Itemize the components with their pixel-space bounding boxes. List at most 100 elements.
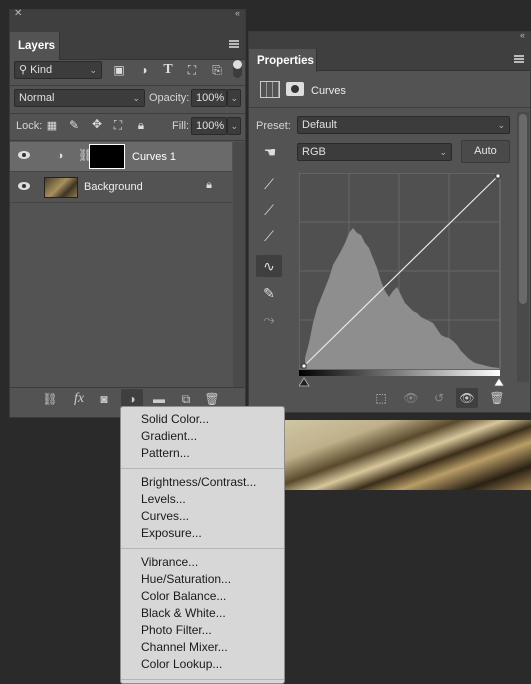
panel-menu-icon[interactable]: [514, 55, 524, 63]
menu-item-exposure[interactable]: Exposure...: [141, 525, 202, 542]
collapse-icon[interactable]: «: [235, 8, 240, 18]
curve-points-tool-icon[interactable]: ∿: [256, 255, 282, 277]
blend-mode-select[interactable]: Normal ⌄: [14, 89, 145, 107]
fill-input[interactable]: 100%: [191, 117, 227, 135]
scrollbar-track[interactable]: [517, 112, 529, 382]
preset-select[interactable]: Default ⌄: [297, 116, 510, 134]
adjustment-layer-menu: Solid Color... Gradient... Pattern... Br…: [120, 406, 285, 684]
panel-menu-icon[interactable]: [229, 40, 239, 48]
layers-tabrow: Layers: [10, 21, 245, 60]
menu-item-hue-saturation[interactable]: Hue/Saturation...: [141, 571, 231, 588]
menu-separator: [121, 468, 284, 469]
scrollbar-track[interactable]: [233, 142, 245, 387]
input-gradient-bar: [299, 370, 500, 376]
channel-select[interactable]: RGB ⌄: [297, 143, 452, 161]
new-layer-icon[interactable]: ⧉: [178, 392, 194, 406]
menu-item-solid-color[interactable]: Solid Color...: [141, 411, 209, 428]
menu-item-curves[interactable]: Curves...: [141, 508, 189, 525]
lock-transparent-icon[interactable]: ▦: [46, 119, 58, 132]
trash-icon[interactable]: 🗑︎: [489, 391, 505, 405]
menu-item-pattern[interactable]: Pattern...: [141, 445, 190, 462]
visibility-eye-icon[interactable]: [18, 182, 30, 190]
mask-icon[interactable]: [286, 82, 304, 96]
menu-item-gradient[interactable]: Gradient...: [141, 428, 197, 445]
curve-endpoint-white[interactable]: [495, 173, 501, 179]
menu-separator: [121, 548, 284, 549]
curves-graph[interactable]: [299, 173, 505, 388]
sample-black-point-icon[interactable]: ⟋: [256, 173, 282, 195]
visibility-eye-icon[interactable]: 👁︎: [456, 388, 478, 408]
properties-tabrow: Properties: [249, 43, 530, 72]
menu-item-brightness-contrast[interactable]: Brightness/Contrast...: [141, 474, 256, 491]
menu-item-channel-mixer[interactable]: Channel Mixer...: [141, 639, 228, 656]
lock-paint-icon[interactable]: ✎: [68, 118, 80, 132]
divider: [249, 107, 530, 108]
layer-name[interactable]: Background: [84, 181, 143, 193]
smooth-curve-icon[interactable]: ⤳: [256, 308, 282, 330]
divider: [10, 113, 245, 114]
layer-thumbnail[interactable]: [44, 177, 78, 198]
search-icon: ⚲: [19, 64, 28, 76]
shape-filter-icon[interactable]: ⛶: [185, 63, 199, 78]
reset-icon[interactable]: ↺: [431, 391, 447, 405]
type-filter-icon[interactable]: T: [161, 62, 175, 78]
fill-dropdown[interactable]: ⌄: [227, 117, 241, 135]
menu-separator: [121, 679, 284, 680]
menu-item-color-lookup[interactable]: Color Lookup...: [141, 656, 222, 673]
menu-item-photo-filter[interactable]: Photo Filter...: [141, 622, 212, 639]
document-canvas[interactable]: [285, 420, 531, 490]
adjustment-title: Curves: [311, 85, 346, 97]
menu-item-black-white[interactable]: Black & White...: [141, 605, 226, 622]
adjustment-filter-icon[interactable]: ◑: [137, 63, 151, 77]
lock-icon: 🔒︎: [206, 179, 212, 191]
sample-gray-point-icon[interactable]: ⟋: [256, 199, 282, 221]
smartobject-filter-icon[interactable]: ⎘: [210, 63, 224, 78]
pixel-filter-icon[interactable]: ▣: [112, 63, 126, 77]
white-point-slider[interactable]: [493, 377, 505, 387]
panel-topbar: «: [249, 30, 530, 43]
filter-kind-select[interactable]: ⚲ Kind ⌄: [14, 61, 102, 79]
folder-icon[interactable]: ▬: [151, 392, 167, 406]
visibility-eye-icon[interactable]: [18, 151, 30, 159]
fx-icon[interactable]: fx: [71, 392, 87, 406]
tab-layers[interactable]: Layers: [10, 32, 60, 60]
sample-white-point-icon[interactable]: ⟋: [256, 225, 282, 247]
channel-value: RGB: [302, 146, 326, 158]
properties-panel: « Properties Curves Preset: Default ⌄ ☚ …: [248, 30, 531, 413]
curve-endpoint-black[interactable]: [301, 363, 307, 369]
canvas-divider: [248, 413, 531, 419]
chevron-down-icon: ⌄: [132, 93, 140, 103]
lock-position-icon[interactable]: ✥: [90, 117, 104, 131]
layer-mask-thumbnail[interactable]: [89, 144, 125, 169]
menu-item-levels[interactable]: Levels...: [141, 491, 186, 508]
preset-value: Default: [302, 119, 337, 131]
add-mask-icon[interactable]: ◙: [96, 392, 112, 406]
collapse-icon[interactable]: «: [520, 30, 525, 40]
auto-button[interactable]: Auto: [461, 140, 510, 163]
opacity-dropdown[interactable]: ⌄: [227, 89, 241, 107]
lock-all-icon[interactable]: 🔒︎: [135, 118, 147, 133]
trash-icon[interactable]: 🗑︎: [204, 392, 220, 406]
opacity-input[interactable]: 100%: [191, 89, 227, 107]
view-previous-icon[interactable]: 👁︎: [403, 391, 419, 405]
chain-link-icon[interactable]: ⛓︎: [78, 148, 93, 162]
layer-row-curves[interactable]: ◑ ⛓︎ Curves 1: [10, 142, 232, 172]
lock-label: Lock:: [16, 120, 43, 132]
panel-topbar: ✕ «: [10, 8, 245, 21]
tab-properties[interactable]: Properties: [249, 49, 317, 72]
menu-item-color-balance[interactable]: Color Balance...: [141, 588, 226, 605]
layer-row-background[interactable]: Background 🔒︎: [10, 173, 232, 203]
filter-toggle[interactable]: [233, 60, 242, 78]
targeted-adjustment-hand-icon[interactable]: ☚: [260, 144, 280, 161]
close-icon[interactable]: ✕: [14, 8, 22, 19]
scrollbar-thumb[interactable]: [519, 114, 527, 304]
lock-artboard-icon[interactable]: ⛶: [112, 118, 124, 133]
clip-to-layer-icon[interactable]: ⬚: [373, 391, 389, 405]
filter-kind-value: Kind: [30, 64, 53, 76]
layer-name[interactable]: Curves 1: [132, 151, 176, 163]
pencil-tool-icon[interactable]: ✎: [256, 282, 282, 304]
preset-label: Preset:: [256, 120, 291, 132]
black-point-slider[interactable]: [299, 377, 310, 387]
menu-item-vibrance[interactable]: Vibrance...: [141, 554, 198, 571]
link-layers-icon[interactable]: ⛓︎: [42, 392, 58, 406]
